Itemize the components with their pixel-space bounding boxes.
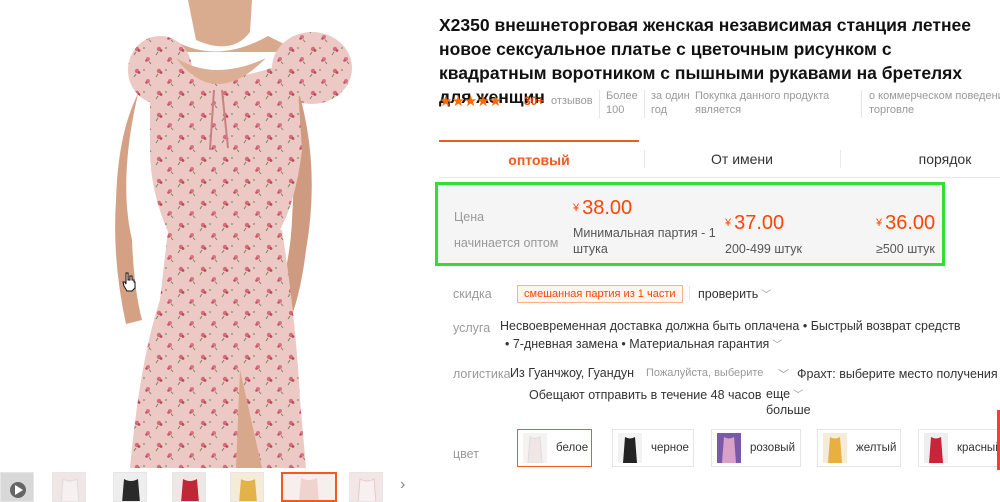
color-option-yellow[interactable]: желтый [817, 429, 901, 467]
color-swatch-image [823, 433, 847, 463]
color-label: цвет [453, 447, 479, 461]
thumbnail-image[interactable] [52, 472, 86, 502]
color-swatch-image [924, 433, 948, 463]
tab-order[interactable]: порядок [879, 140, 999, 178]
check-discount-button[interactable]: проверить ﹀ [689, 286, 771, 301]
price-tier-1-note: Минимальная партия - 1 штука [573, 226, 716, 256]
thumbnail-image[interactable] [172, 472, 206, 502]
tab-wholesale[interactable]: оптовый [439, 140, 639, 178]
thumbnail-image[interactable] [230, 472, 264, 502]
purchase-mode-tabs: оптовый От имени порядок [439, 140, 1000, 178]
divider [840, 150, 841, 168]
service-guarantees: Несвоевременная доставка должна быть опл… [500, 319, 961, 333]
mouse-cursor-icon [122, 272, 136, 292]
thumbnail-video[interactable] [0, 472, 34, 502]
price-tier-2-note: 200-499 штук [725, 242, 802, 256]
discount-label: скидка [453, 287, 492, 301]
price-label: Цена [454, 210, 485, 224]
color-swatch-image [618, 433, 642, 463]
product-meta-row: ★★★★★ 30+ отзывов Более 100 за один год По… [439, 88, 1000, 120]
review-count[interactable]: 30+ [524, 94, 544, 108]
thumbnail-image[interactable] [113, 472, 147, 502]
price-tier-3-note: ≥500 штук [876, 242, 935, 256]
color-swatch-image [717, 433, 741, 463]
thumbnail-strip: › [0, 470, 420, 502]
destination-hint[interactable]: Пожалуйста, выберите [646, 367, 763, 379]
logistics-label: логистика [453, 367, 511, 381]
more-logistics-button[interactable]: еще ﹀ больше [766, 387, 811, 417]
purchase-note: Покупка данного продукта является [695, 90, 830, 116]
sold-count: Более 100 [606, 90, 638, 116]
freight-selector[interactable]: ﹀ Фрахт: выберите место получения [778, 366, 998, 382]
color-swatch-image [523, 433, 547, 463]
service-guarantees-more[interactable]: • 7-дневная замена • Материальная гарант… [505, 336, 782, 351]
sold-period: за один год [651, 90, 690, 116]
color-option-pink[interactable]: розовый [711, 429, 801, 467]
review-label[interactable]: отзывов [551, 95, 593, 107]
color-option-black[interactable]: черное [612, 429, 694, 467]
price-tier-1: ¥38.00 [573, 197, 633, 219]
discount-badge: смешанная партия из 1 части [517, 285, 683, 303]
color-option-red[interactable]: красный [918, 429, 1000, 467]
color-option-white[interactable]: белое [517, 429, 592, 467]
chevron-down-icon: ﹀ [772, 340, 783, 351]
chevron-down-icon: ﹀ [761, 290, 772, 301]
product-main-image[interactable] [0, 0, 420, 468]
thumbnail-image-active[interactable] [281, 472, 337, 502]
price-tier-2: ¥37.00 [725, 212, 785, 234]
tab-on-behalf[interactable]: От имени [644, 140, 840, 178]
service-label: услуга [453, 321, 491, 335]
ship-from: Из Гуанчжоу, Гуандун [510, 366, 635, 380]
dress-model-illustration [0, 0, 420, 468]
divider [599, 90, 600, 118]
chevron-down-icon: ﹀ [793, 390, 804, 401]
rating-stars-icon: ★★★★★ [439, 93, 502, 110]
divider [644, 90, 645, 118]
chevron-right-icon[interactable]: › [400, 476, 405, 494]
commercial-note: о коммерческом поведени торговле [869, 90, 1000, 116]
price-tier-3: ¥36.00 [876, 212, 936, 234]
chevron-down-icon: ﹀ [778, 369, 789, 381]
divider [861, 90, 862, 118]
price-label-sub: начинается оптом [454, 236, 559, 250]
price-tiers-box: Цена начинается оптом ¥38.00 Минимальная… [435, 182, 945, 266]
thumbnail-image[interactable] [349, 472, 383, 502]
dispatch-promise: Обещают отправить в течение 48 часов [529, 388, 762, 402]
